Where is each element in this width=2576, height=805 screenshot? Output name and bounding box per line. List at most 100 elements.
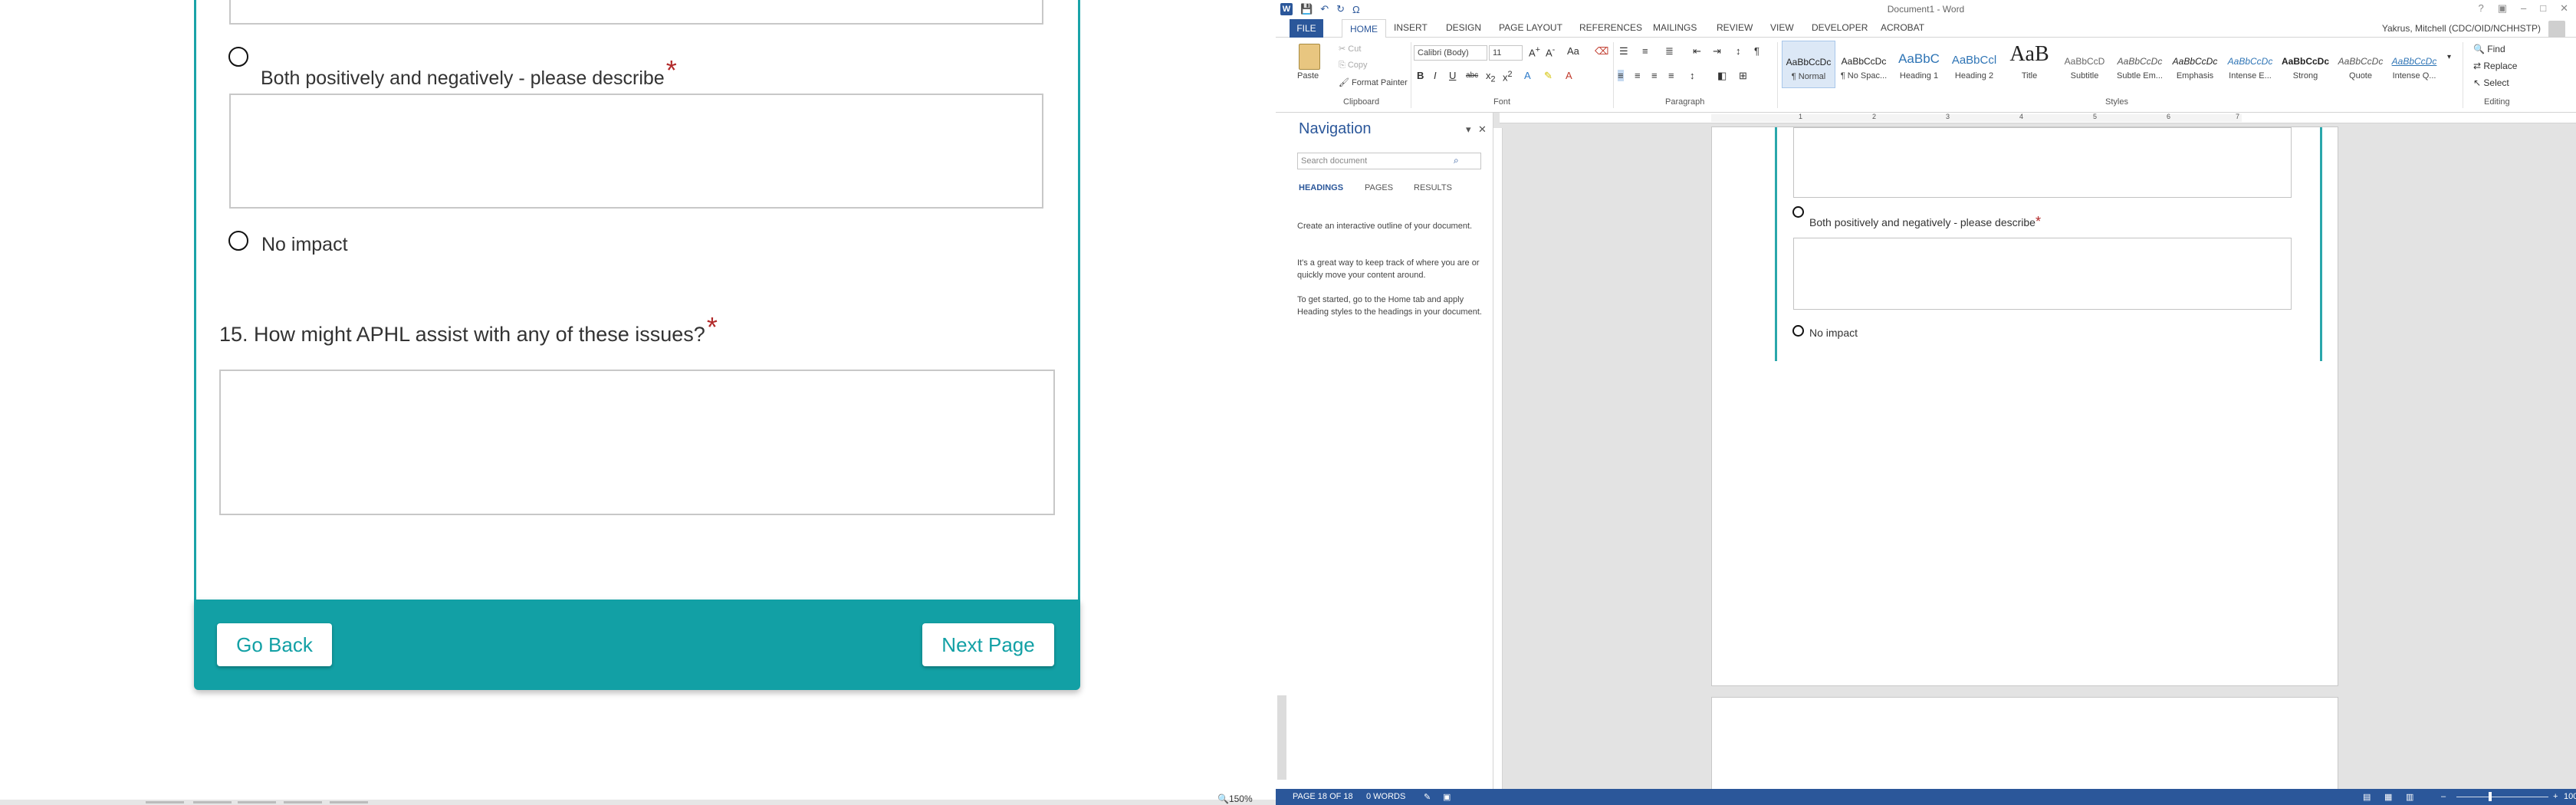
zoom-in-icon[interactable]: + — [2553, 792, 2558, 801]
sort-icon[interactable]: ↕ — [1736, 45, 1741, 57]
browser-zoom-level[interactable]: 🔍150% — [1217, 794, 1253, 804]
print-layout-icon[interactable]: ▦ — [2384, 792, 2392, 802]
style-intense-emphasis[interactable]: AaBbCcDc Intense E... — [2223, 41, 2277, 88]
tab-insert[interactable]: INSERT — [1394, 22, 1428, 33]
shading-icon[interactable]: ◧ — [1717, 70, 1727, 82]
clipboard-group-label: Clipboard — [1343, 97, 1380, 107]
tab-page-layout[interactable]: PAGE LAYOUT — [1499, 22, 1562, 33]
styles-more-icon[interactable]: ▾ — [2447, 53, 2451, 61]
tab-mailings[interactable]: MAILINGS — [1653, 22, 1697, 33]
ribbon-options-icon[interactable]: ▣ — [2498, 2, 2507, 15]
shrink-font-icon[interactable]: A- — [1546, 45, 1555, 58]
radio-both-positively-negatively[interactable] — [228, 47, 248, 67]
close-icon[interactable]: ✕ — [2560, 2, 2568, 15]
avatar[interactable] — [2548, 21, 2565, 38]
tab-references[interactable]: REFERENCES — [1579, 22, 1642, 33]
radio-no-impact[interactable] — [228, 231, 248, 251]
strikethrough-icon[interactable]: abc — [1466, 71, 1478, 80]
numbering-icon[interactable]: ≡ — [1642, 45, 1648, 57]
clear-formatting-icon[interactable]: ⌫ — [1595, 45, 1608, 58]
page-count[interactable]: PAGE 18 OF 18 — [1293, 792, 1353, 801]
find-button[interactable]: 🔍 Find — [2473, 44, 2505, 54]
style-strong[interactable]: AaBbCcDc Strong — [2279, 41, 2332, 88]
nav-options-icon[interactable]: ▾ — [1466, 123, 1471, 136]
align-right-icon[interactable]: ≡ — [1651, 70, 1658, 81]
nav-close-icon[interactable]: ✕ — [1478, 123, 1487, 136]
highlight-icon[interactable]: ✎ — [1544, 70, 1552, 82]
help-icon[interactable]: ? — [2478, 2, 2483, 15]
nav-tab-pages[interactable]: PAGES — [1365, 183, 1393, 192]
tab-view[interactable]: VIEW — [1770, 22, 1794, 33]
font-name-select[interactable]: Calibri (Body) — [1414, 45, 1487, 61]
nav-tab-headings[interactable]: HEADINGS — [1299, 183, 1343, 192]
superscript-icon[interactable]: x2 — [1503, 70, 1513, 83]
align-center-icon[interactable]: ≡ — [1635, 70, 1641, 81]
italic-icon[interactable]: I — [1434, 70, 1437, 81]
horizontal-ruler[interactable]: 1 2 3 4 5 6 7 — [1500, 113, 2576, 123]
style-subtle-emphasis[interactable]: AaBbCcDc Subtle Em... — [2113, 41, 2167, 88]
describe-textarea[interactable] — [229, 94, 1043, 209]
minimize-icon[interactable]: – — [2521, 2, 2526, 15]
maximize-icon[interactable]: □ — [2540, 2, 2546, 15]
decrease-indent-icon[interactable]: ⇤ — [1693, 45, 1701, 58]
zoom-out-icon[interactable]: – — [2441, 792, 2446, 801]
style-quote[interactable]: AaBbCcDc Quote — [2334, 41, 2387, 88]
select-button[interactable]: ↖ Select — [2473, 77, 2509, 88]
zoom-level[interactable]: 100% — [2564, 792, 2576, 801]
style-no-spacing[interactable]: AaBbCcDc ¶ No Spac... — [1837, 41, 1891, 88]
tab-home[interactable]: HOME — [1342, 19, 1386, 38]
tab-developer[interactable]: DEVELOPER — [1812, 22, 1868, 33]
previous-answer-textarea[interactable] — [229, 0, 1043, 25]
style-emphasis[interactable]: AaBbCcDc Emphasis — [2168, 41, 2222, 88]
line-spacing-icon[interactable]: ↕ — [1690, 70, 1695, 81]
font-color-icon[interactable]: A — [1566, 70, 1572, 81]
font-size-select[interactable]: 11 — [1489, 45, 1523, 61]
cut-button[interactable]: ✂ Cut — [1339, 44, 1361, 54]
grow-font-icon[interactable]: A+ — [1529, 45, 1540, 58]
search-icon[interactable]: ⌕ — [1454, 155, 1459, 166]
replace-button[interactable]: ⇄ Replace — [2473, 61, 2517, 71]
justify-icon[interactable]: ≡ — [1668, 70, 1674, 81]
next-page-button[interactable]: Next Page — [922, 623, 1054, 666]
change-case-icon[interactable]: Aa — [1567, 45, 1579, 57]
document-page[interactable]: Both positively and negatively - please … — [1711, 127, 2338, 686]
document-page[interactable] — [1711, 697, 2338, 804]
read-mode-icon[interactable]: ▤ — [2363, 792, 2371, 802]
style-title[interactable]: AaB Title — [2003, 41, 2056, 88]
go-back-button[interactable]: Go Back — [217, 623, 332, 666]
format-painter-button[interactable]: 🖌 Format Painter — [1339, 77, 1408, 87]
zoom-slider-thumb[interactable] — [2489, 792, 2492, 801]
paste-button[interactable]: Paste — [1297, 71, 1319, 80]
style-subtitle[interactable]: AaBbCcD Subtitle — [2058, 41, 2111, 88]
multilevel-list-icon[interactable]: ≣ — [1665, 45, 1674, 58]
show-marks-icon[interactable]: ¶ — [1754, 45, 1760, 57]
vertical-ruler[interactable] — [1493, 128, 1503, 789]
style-heading-1[interactable]: AaBbC Heading 1 — [1892, 41, 1946, 88]
proofing-icon[interactable]: ✎ — [1424, 792, 1431, 802]
borders-icon[interactable]: ⊞ — [1739, 70, 1747, 82]
tab-design[interactable]: DESIGN — [1446, 22, 1481, 33]
bullets-icon[interactable]: ☰ — [1619, 45, 1628, 58]
style-sample: AaB — [2009, 42, 2049, 66]
tab-acrobat[interactable]: ACROBAT — [1881, 22, 1924, 33]
web-layout-icon[interactable]: ▥ — [2406, 792, 2413, 802]
user-account[interactable]: Yakrus, Mitchell (CDC/OID/NCHHSTP) — [2382, 23, 2541, 34]
word-count[interactable]: 0 WORDS — [1366, 792, 1405, 801]
style-intense-quote[interactable]: AaBbCcDc Intense Q... — [2389, 41, 2440, 88]
tab-file[interactable]: FILE — [1290, 19, 1323, 38]
increase-indent-icon[interactable]: ⇥ — [1713, 45, 1721, 58]
subscript-icon[interactable]: x2 — [1486, 70, 1496, 84]
style-heading-2[interactable]: AaBbCcl Heading 2 — [1947, 41, 2001, 88]
text-effects-icon[interactable]: A — [1524, 70, 1531, 81]
question-15-textarea[interactable] — [219, 370, 1055, 515]
nav-tab-results[interactable]: RESULTS — [1414, 183, 1452, 192]
align-left-icon[interactable]: ≡ — [1618, 70, 1624, 81]
bold-icon[interactable]: B — [1417, 70, 1424, 81]
scrollbar-thumb[interactable] — [1277, 695, 1286, 780]
macro-icon[interactable]: ▣ — [1443, 792, 1451, 802]
underline-icon[interactable]: U — [1449, 70, 1456, 81]
tab-review[interactable]: REVIEW — [1717, 22, 1753, 33]
copy-button[interactable]: ⎘ Copy — [1339, 61, 1368, 71]
paste-icon[interactable] — [1299, 44, 1320, 70]
style-normal[interactable]: AaBbCcDc ¶ Normal — [1782, 41, 1835, 88]
